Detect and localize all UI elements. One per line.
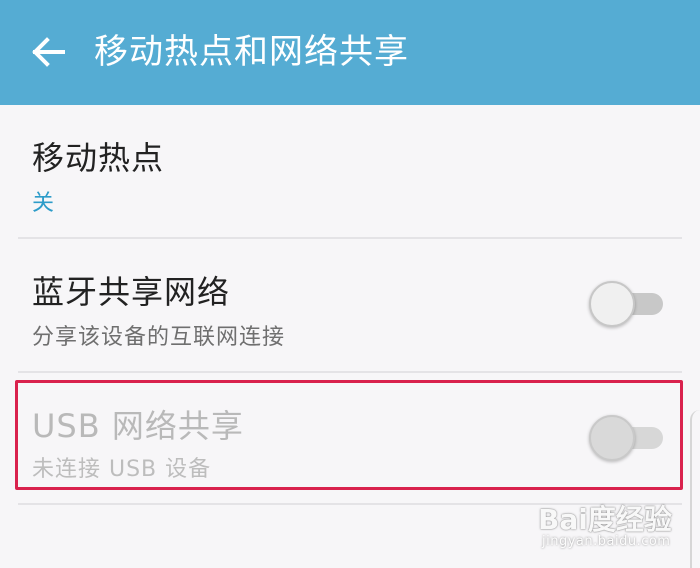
list-item-usb-tethering[interactable]: USB 网络共享 未连接 USB 设备 — [0, 373, 700, 503]
screen: 移动热点和网络共享 移动热点 关 蓝牙共享网络 分享该设备的互联网连接 USB … — [0, 0, 700, 568]
app-bar: 移动热点和网络共享 — [0, 0, 700, 105]
toggle-thumb — [589, 415, 635, 461]
divider — [18, 503, 682, 505]
list-item-mobile-hotspot[interactable]: 移动热点 关 — [0, 105, 700, 238]
back-button[interactable] — [28, 32, 68, 72]
row-title: USB 网络共享 — [32, 407, 244, 445]
bluetooth-tethering-toggle[interactable] — [589, 281, 663, 327]
row-subtitle: 关 — [32, 191, 56, 216]
arrow-left-icon — [32, 37, 65, 67]
toggle-thumb — [589, 281, 635, 327]
row-title: 移动热点 — [32, 139, 165, 177]
row-title: 蓝牙共享网络 — [32, 273, 231, 311]
row-subtitle: 分享该设备的互联网连接 — [32, 325, 286, 350]
watermark: Bai度经验 jingyan.baidu.com — [534, 496, 690, 560]
page-title: 移动热点和网络共享 — [94, 32, 409, 72]
usb-tethering-toggle[interactable] — [589, 415, 663, 461]
watermark-url: jingyan.baidu.com — [542, 534, 671, 549]
list-item-bluetooth-tethering[interactable]: 蓝牙共享网络 分享该设备的互联网连接 — [0, 239, 700, 371]
row-subtitle: 未连接 USB 设备 — [32, 457, 212, 482]
